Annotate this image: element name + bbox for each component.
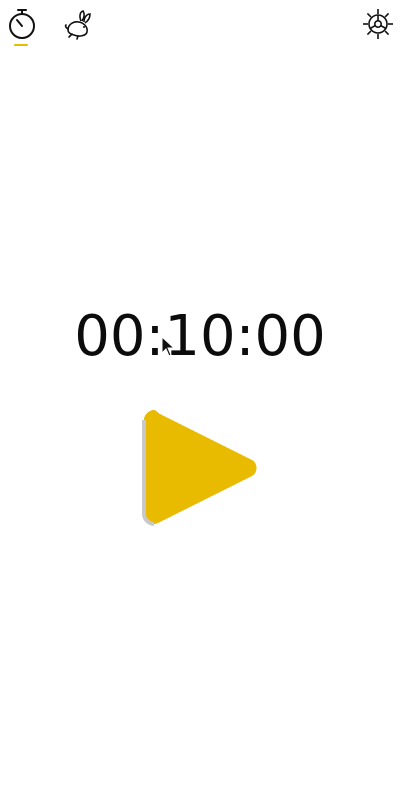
timer-display: 00:10:00 [74,304,326,369]
settings-button[interactable] [360,6,396,42]
active-tab-indicator [14,44,28,46]
play-icon [142,410,257,526]
top-bar [0,0,400,56]
timer-tab[interactable] [4,6,40,42]
rabbit-tab[interactable] [60,6,96,42]
play-button[interactable] [140,406,264,530]
rabbit-icon [64,10,91,40]
gear-icon [363,9,393,39]
timer-icon [9,9,35,39]
